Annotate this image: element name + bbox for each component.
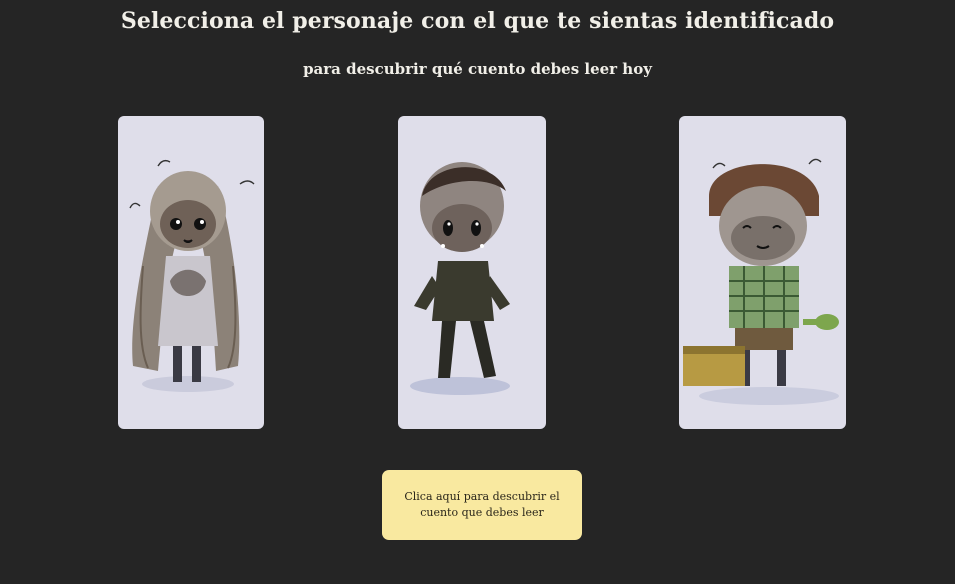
page: Selecciona el personaje con el que te si… [0,0,955,584]
character-card-boy-plaid[interactable] [679,116,846,429]
page-title: Selecciona el personaje con el que te si… [120,8,835,34]
character-card-boy-dark[interactable] [398,116,546,429]
character-card-girl[interactable] [118,116,264,429]
boy-dark-illustration [410,162,510,395]
discover-story-button[interactable]: Clica aquí para descubrir el cuento que … [382,470,582,540]
boy-plaid-illustration [683,158,839,405]
page-subtitle: para descubrir qué cuento debes leer hoy [303,60,652,78]
girl-illustration [129,159,255,392]
